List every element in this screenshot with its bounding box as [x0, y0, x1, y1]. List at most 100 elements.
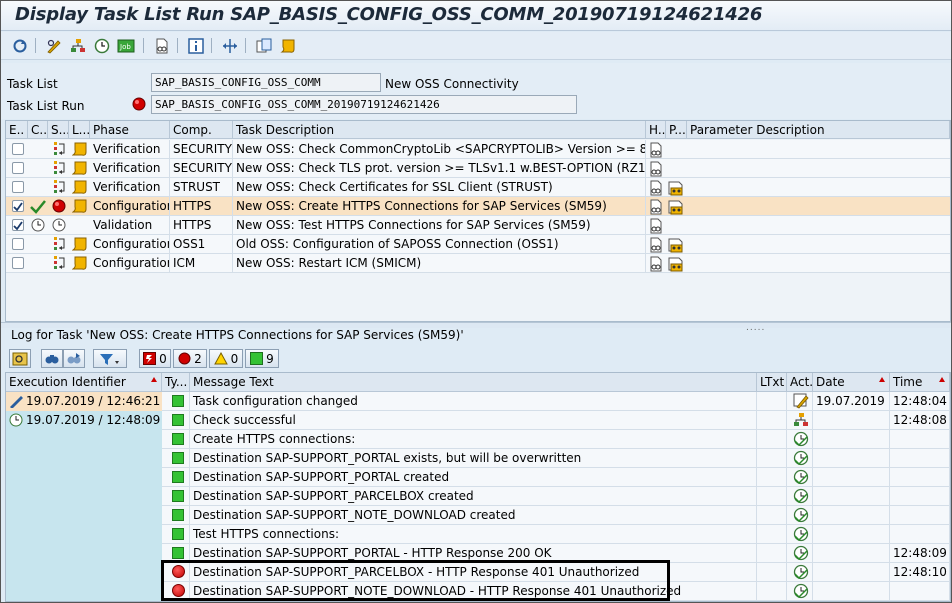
- action-run-icon[interactable]: [793, 450, 809, 469]
- execution-id-text: 19.07.2019 / 12:46:21: [26, 394, 161, 408]
- col-header-h[interactable]: H...: [646, 121, 666, 139]
- task-phase: Validation: [90, 216, 170, 235]
- task-list-run-field[interactable]: SAP_BASIS_CONFIG_OSS_COMM_20190719124621…: [151, 95, 577, 114]
- col-header-ltxt[interactable]: LTxt: [757, 373, 787, 392]
- task-checkbox[interactable]: [12, 181, 24, 193]
- execution-pane: 19.07.2019 / 12:46:21 19.07.2019 / 12:48:…: [6, 392, 164, 601]
- find-icon[interactable]: [41, 349, 63, 368]
- col-header-execution-identifier[interactable]: Execution Identifier: [6, 373, 162, 392]
- red-status-icon: [52, 199, 66, 216]
- col-header-l[interactable]: L...: [69, 121, 90, 139]
- expand-icon[interactable]: [221, 37, 239, 54]
- log-message-text: Destination SAP-SUPPORT_NOTE_DOWNLOAD cr…: [190, 506, 757, 525]
- warning-count: 0: [230, 351, 239, 366]
- task-checkbox[interactable]: [12, 238, 24, 250]
- parameter-description: [687, 178, 950, 197]
- action-run-icon[interactable]: [793, 545, 809, 564]
- col-header-time[interactable]: Time: [890, 373, 950, 392]
- zoom-icon[interactable]: [9, 349, 31, 368]
- col-header-c[interactable]: C...: [28, 121, 48, 139]
- task-checkbox[interactable]: [12, 162, 24, 174]
- action-run-icon[interactable]: [793, 526, 809, 545]
- task-row[interactable]: Configuration OSS1 Old OSS: Configuration …: [6, 235, 950, 254]
- col-header-s[interactable]: S...: [48, 121, 69, 139]
- title-bar: Display Task List Run SAP_BASIS_CONFIG_O…: [1, 1, 951, 31]
- log-time: [890, 582, 950, 601]
- col-header-phase[interactable]: Phase: [90, 121, 170, 139]
- action-run-icon[interactable]: [793, 431, 809, 450]
- error-counter-button[interactable]: 0: [139, 349, 171, 368]
- scroll-icon[interactable]: [71, 256, 88, 273]
- task-table: E.. C... S... L... Phase Comp. Task Desc…: [5, 120, 951, 322]
- action-run-icon[interactable]: [793, 488, 809, 507]
- scroll-icon[interactable]: [71, 199, 88, 216]
- task-row[interactable]: Verification STRUST New OSS: Check Certifi…: [6, 178, 950, 197]
- scroll-icon[interactable]: [279, 37, 297, 54]
- log-row[interactable]: Create HTTPS connections:: [162, 430, 950, 449]
- hierarchy-icon[interactable]: [69, 37, 87, 54]
- action-run-icon[interactable]: [793, 564, 809, 583]
- log-row[interactable]: Task configuration changed 19.07.2019 12:4…: [162, 392, 950, 411]
- col-header-type[interactable]: Ty...: [162, 373, 190, 392]
- log-row[interactable]: Test HTTPS connections:: [162, 525, 950, 544]
- edit-glasses-icon[interactable]: [45, 37, 63, 54]
- action-edit-icon[interactable]: [793, 393, 809, 412]
- scroll-icon[interactable]: [71, 142, 88, 159]
- col-header-parameter-description[interactable]: Parameter Description: [687, 121, 950, 139]
- action-run-icon[interactable]: [793, 469, 809, 488]
- document-glasses-icon[interactable]: [153, 37, 171, 54]
- red-counter-button[interactable]: 2: [173, 349, 207, 368]
- info-icon[interactable]: [187, 37, 205, 54]
- execution-run-icon: [9, 413, 25, 430]
- log-ltxt: [757, 582, 787, 601]
- col-header-date[interactable]: Date: [813, 373, 890, 392]
- task-row[interactable]: Configuration ICM New OSS: Restart ICM (SM…: [6, 254, 950, 273]
- help-document-icon[interactable]: [649, 256, 663, 275]
- scroll-icon[interactable]: [71, 237, 88, 254]
- task-row[interactable]: Validation HTTPS New OSS: Test HTTPS Conne…: [6, 216, 950, 235]
- task-row[interactable]: Verification SECURITY New OSS: Check Commo…: [6, 140, 950, 159]
- execution-id[interactable]: 19.07.2019 / 12:46:21: [6, 392, 162, 411]
- action-run-icon[interactable]: [793, 583, 809, 601]
- task-checkbox[interactable]: [12, 200, 24, 212]
- scroll-icon[interactable]: [71, 180, 88, 197]
- col-header-p[interactable]: P...: [666, 121, 687, 139]
- execution-id[interactable]: 19.07.2019 / 12:48:09: [6, 411, 164, 430]
- parameter-icon[interactable]: [668, 256, 684, 275]
- scroll-icon[interactable]: [71, 161, 88, 178]
- task-list-field[interactable]: SAP_BASIS_CONFIG_OSS_COMM: [151, 73, 381, 92]
- log-type: [162, 525, 190, 544]
- task-row[interactable]: Configuration HTTPS New OSS: Create HTTPS …: [6, 197, 950, 216]
- job-icon[interactable]: Job: [117, 37, 135, 54]
- task-phase: Configuration: [90, 235, 170, 254]
- log-type: [162, 430, 190, 449]
- task-comp: HTTPS: [170, 216, 233, 235]
- filter-icon[interactable]: [93, 349, 127, 368]
- task-list-label: Task List: [7, 77, 58, 91]
- log-row[interactable]: Check successful 12:48:08: [162, 411, 950, 430]
- col-header-act[interactable]: Act.: [787, 373, 813, 392]
- col-header-message-text[interactable]: Message Text: [190, 373, 757, 392]
- action-run-icon[interactable]: [793, 507, 809, 526]
- copy-icon[interactable]: [255, 37, 273, 54]
- find-next-icon[interactable]: [63, 349, 85, 368]
- task-checkbox[interactable]: [12, 219, 24, 231]
- sequence-icon: [53, 141, 67, 160]
- task-checkbox[interactable]: [12, 143, 24, 155]
- refresh-icon[interactable]: [11, 37, 29, 54]
- action-tree-icon[interactable]: [793, 412, 809, 431]
- col-header-e[interactable]: E..: [6, 121, 28, 139]
- log-row[interactable]: Destination SAP-SUPPORT_PARCELBOX create…: [162, 487, 950, 506]
- log-row[interactable]: Destination SAP-SUPPORT_PORTAL created: [162, 468, 950, 487]
- log-time: [890, 506, 950, 525]
- execution-id-text: 19.07.2019 / 12:48:09: [26, 413, 161, 427]
- green-counter-button[interactable]: 9: [245, 349, 279, 368]
- col-header-task-description[interactable]: Task Description: [233, 121, 646, 139]
- task-checkbox[interactable]: [12, 257, 24, 269]
- log-row[interactable]: Destination SAP-SUPPORT_PORTAL exists, b…: [162, 449, 950, 468]
- warning-counter-button[interactable]: 0: [209, 349, 243, 368]
- clock-icon[interactable]: [93, 37, 111, 54]
- task-row[interactable]: Verification SECURITY New OSS: Check TLS p…: [6, 159, 950, 178]
- log-row[interactable]: Destination SAP-SUPPORT_NOTE_DOWNLOAD cr…: [162, 506, 950, 525]
- col-header-comp[interactable]: Comp.: [170, 121, 233, 139]
